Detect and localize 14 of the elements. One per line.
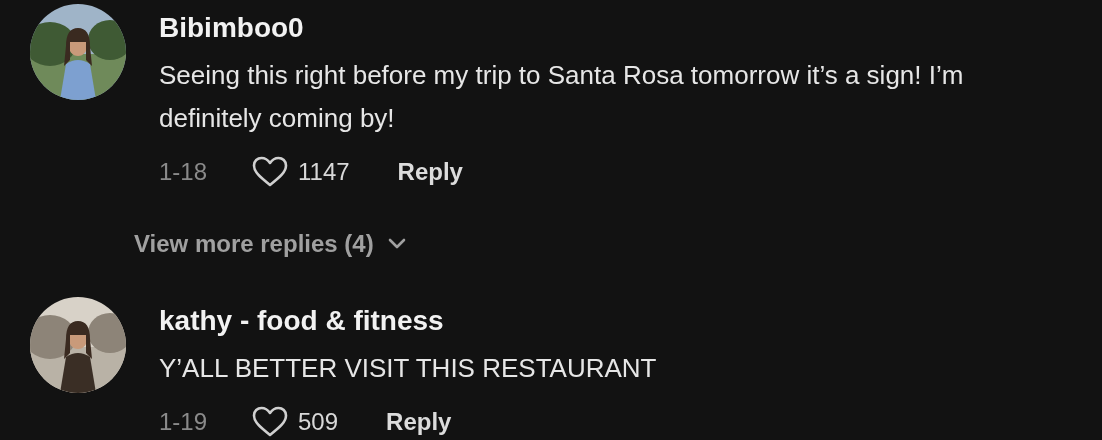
username[interactable]: kathy - food & fitness xyxy=(159,304,444,338)
comment-text: Seeing this right before my trip to Santa Rosa tomorrow it’s a sign! I’m definitely coming by! xyxy=(159,59,965,135)
comment-date: 1-19 xyxy=(159,408,209,436)
heart-icon[interactable] xyxy=(252,406,288,438)
reply-button[interactable]: Reply xyxy=(386,408,452,436)
like-count: 1147 xyxy=(298,158,350,186)
reply-button[interactable]: Reply xyxy=(397,158,463,186)
username[interactable]: Bibimboo0 xyxy=(159,11,304,45)
comment-text: Y’ALL BETTER VISIT THIS RESTAURANT xyxy=(159,352,658,385)
comment-date: 1-18 xyxy=(159,158,209,186)
like-count: 509 xyxy=(298,408,339,436)
chevron-down-icon xyxy=(387,238,406,250)
view-replies-link[interactable]: View more replies (4) xyxy=(134,228,406,260)
heart-icon[interactable] xyxy=(252,156,288,188)
